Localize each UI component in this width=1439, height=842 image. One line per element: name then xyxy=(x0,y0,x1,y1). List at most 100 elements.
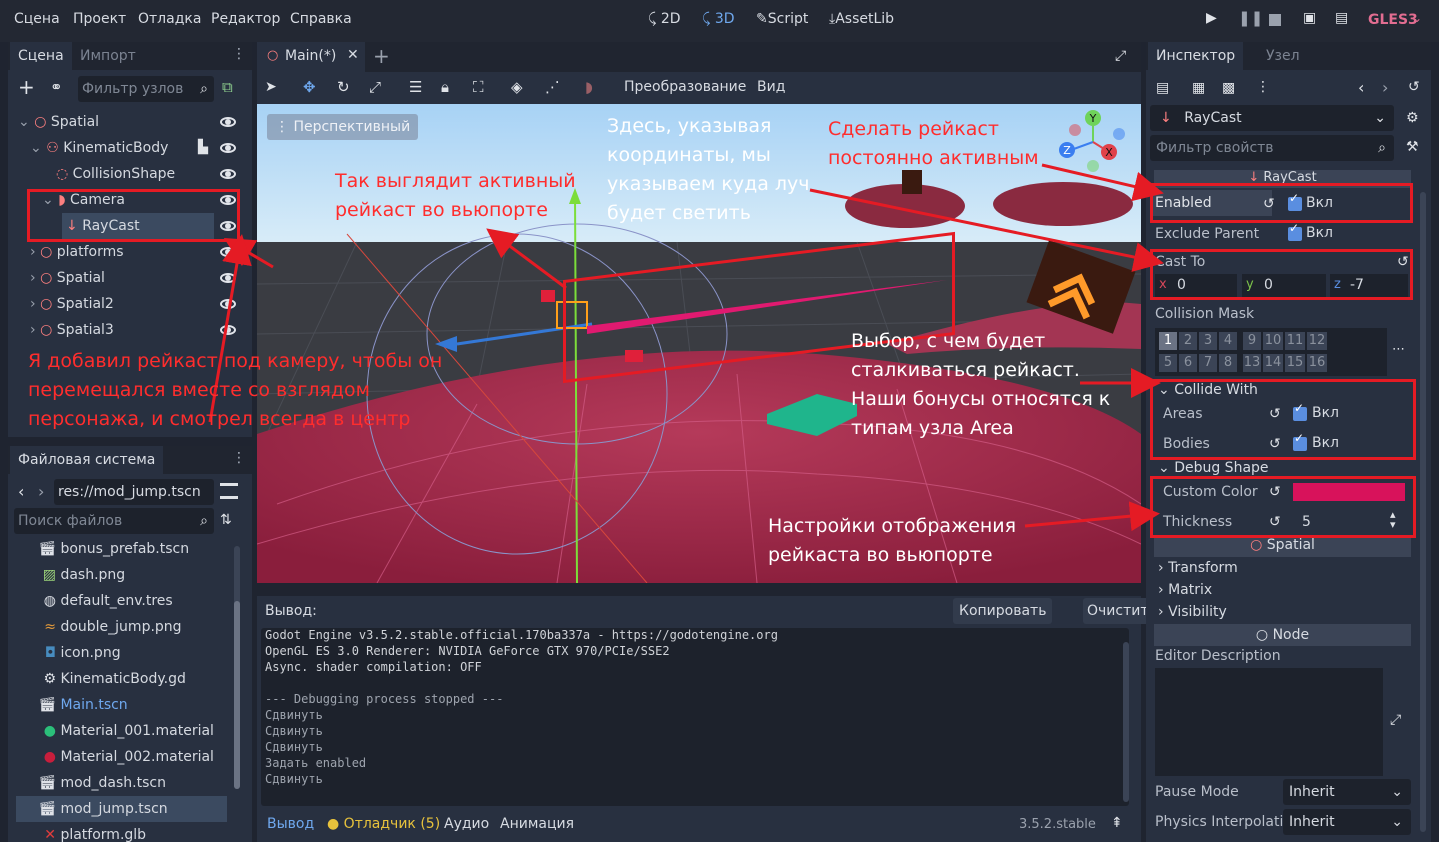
file-item[interactable]: 🎬︎ mod_dash.tscn xyxy=(16,770,166,796)
local-space-icon[interactable]: ◈ xyxy=(511,78,523,96)
tree-node-spatial3[interactable]: › ○ Spatial3 xyxy=(30,317,114,343)
tools-icon[interactable]: ⚒ xyxy=(1406,139,1419,155)
split-mode-icon[interactable] xyxy=(220,483,238,499)
move-tool-icon[interactable]: ✥ xyxy=(303,78,316,96)
workspace-2d-button[interactable]: ⤹ 2D xyxy=(648,11,681,27)
add-tab-icon[interactable]: + xyxy=(373,44,390,68)
mask-bit[interactable]: 8 xyxy=(1219,354,1237,372)
history-icon[interactable]: ↺ xyxy=(1408,79,1420,95)
save-icon[interactable]: ▩ xyxy=(1222,80,1235,96)
output-scrollbar[interactable] xyxy=(1123,642,1129,802)
workspace-3d-button[interactable]: ⤹ 3D xyxy=(702,11,735,27)
back-arrow-icon[interactable]: ‹ xyxy=(18,482,24,501)
select-tool-icon[interactable]: ➤ xyxy=(265,79,277,95)
tab-audio[interactable]: Аудио xyxy=(444,816,489,832)
rotate-tool-icon[interactable]: ↻ xyxy=(337,78,350,96)
tab-animation[interactable]: Анимация xyxy=(500,816,574,832)
instance-scene-icon[interactable]: ⧉ xyxy=(222,78,233,96)
expand-icon[interactable]: ⤢ xyxy=(1390,712,1401,728)
file-item[interactable]: ≈ double_jump.png xyxy=(16,614,181,640)
visibility-eye-icon[interactable] xyxy=(220,247,236,257)
play-icon[interactable]: ▶ xyxy=(1206,10,1217,26)
file-item[interactable]: ◘ icon.png xyxy=(16,640,121,666)
section-spatial[interactable]: ○ Spatial xyxy=(1154,537,1411,557)
menu-editor[interactable]: Редактор xyxy=(211,11,280,27)
editor-description-field[interactable] xyxy=(1155,668,1383,776)
history-forward-icon[interactable]: › xyxy=(1382,78,1388,97)
forward-arrow-icon[interactable]: › xyxy=(38,482,44,501)
path-field[interactable]: res://mod_jump.tscn xyxy=(54,479,214,505)
tab-debugger[interactable]: ● Отладчик (5) xyxy=(327,816,440,832)
play-custom-scene-icon[interactable]: ▤ xyxy=(1335,10,1348,26)
mask-bit[interactable]: 9 xyxy=(1243,332,1261,350)
tree-node-kinematicbody[interactable]: ⌄ ⚇ KinematicBody xyxy=(30,135,168,161)
file-item[interactable]: ◍ default_env.tres xyxy=(16,588,173,614)
file-item[interactable]: 🎬︎ Main.tscn xyxy=(16,692,127,718)
section-node[interactable]: ○ Node xyxy=(1154,624,1411,646)
menu-help[interactable]: Справка xyxy=(290,11,352,27)
node-filter-input[interactable]: Фильтр узлов ⌕ xyxy=(78,76,214,102)
fullscreen-icon[interactable]: ⤢ xyxy=(1115,48,1126,64)
tab-filesystem[interactable]: Файловая система xyxy=(10,446,164,474)
exclude-parent-checkbox[interactable] xyxy=(1288,221,1302,241)
tree-node-platforms[interactable]: › ○ platforms xyxy=(30,239,124,265)
file-item[interactable]: ✕ platform.glb xyxy=(16,822,146,842)
workspace-script-button[interactable]: ✎Script xyxy=(756,11,808,27)
mask-bit[interactable]: 3 xyxy=(1199,332,1217,350)
matrix-group[interactable]: › Matrix xyxy=(1158,582,1212,598)
expand-panel-icon[interactable]: ⇞ xyxy=(1111,815,1123,831)
scale-tool-icon[interactable]: ⤢ xyxy=(369,78,381,96)
file-item[interactable]: ● Material_001.material xyxy=(16,718,214,744)
stop-icon[interactable] xyxy=(1269,14,1281,26)
mask-bit[interactable]: 11 xyxy=(1285,332,1305,350)
sort-icon[interactable]: ⇅ xyxy=(220,512,232,528)
mask-bit[interactable]: 12 xyxy=(1307,332,1327,350)
tree-node-spatial-root[interactable]: ⌄ ○ Spatial xyxy=(18,109,99,135)
lock-icon[interactable]: 🔒︎ xyxy=(441,78,449,96)
visibility-group[interactable]: › Visibility xyxy=(1158,604,1227,620)
file-item[interactable]: ● Material_002.material xyxy=(16,744,214,770)
mask-bit[interactable]: 13 xyxy=(1243,354,1261,372)
mask-bit[interactable]: 15 xyxy=(1285,354,1305,372)
mask-bit[interactable]: 4 xyxy=(1219,332,1237,350)
filesystem-scroll-thumb[interactable] xyxy=(234,601,240,789)
pause-mode-select[interactable]: Inherit ⌄ xyxy=(1283,779,1411,805)
menu-scene[interactable]: Сцена xyxy=(14,11,60,27)
tab-inspector[interactable]: Инспектор xyxy=(1148,42,1244,70)
history-back-icon[interactable]: ‹ xyxy=(1358,78,1364,97)
copy-button[interactable]: Копировать xyxy=(953,598,1053,624)
tree-node-collisionshape[interactable]: ◌ CollisionShape xyxy=(56,161,175,187)
mask-bit[interactable]: 6 xyxy=(1179,354,1197,372)
group-icon[interactable]: ⛶ xyxy=(473,78,484,96)
file-item[interactable]: 🎬︎ bonus_prefab.tscn xyxy=(16,536,189,562)
debug-shape-group[interactable]: ⌄ Debug Shape xyxy=(1158,460,1269,476)
file-item-selected[interactable]: 🎬︎ mod_jump.tscn xyxy=(16,796,227,822)
file-search-input[interactable]: Поиск файлов ⌕ xyxy=(14,508,214,534)
mask-bit[interactable]: 2 xyxy=(1179,332,1197,350)
add-node-icon[interactable]: + xyxy=(18,75,35,99)
mask-bit[interactable]: 16 xyxy=(1307,354,1327,372)
tab-scene[interactable]: Сцена xyxy=(10,42,72,70)
visibility-eye-icon[interactable] xyxy=(220,117,236,127)
physics-interpolation-select[interactable]: Inherit ⌄ xyxy=(1283,809,1411,835)
tab-node[interactable]: Узел xyxy=(1258,42,1308,70)
visibility-eye-icon[interactable] xyxy=(220,169,236,179)
tree-node-spatial2[interactable]: › ○ Spatial2 xyxy=(30,291,114,317)
tree-node-spatial[interactable]: › ○ Spatial xyxy=(30,265,105,291)
transform-group[interactable]: › Transform xyxy=(1158,560,1238,576)
more-icon[interactable]: ⋮ xyxy=(232,450,246,466)
perspective-menu[interactable]: ⋮ Перспективный xyxy=(267,114,419,140)
snap-icon[interactable]: ⋰ xyxy=(545,78,560,96)
more-icon[interactable]: ⋮ xyxy=(1256,79,1270,95)
workspace-assetlib-button[interactable]: ⤓AssetLib xyxy=(829,11,894,27)
mask-bit[interactable]: 1 xyxy=(1159,332,1177,350)
new-resource-icon[interactable]: ▤ xyxy=(1156,80,1169,96)
property-filter-input[interactable]: Фильтр свойств ⌕ xyxy=(1150,135,1394,161)
visibility-eye-icon[interactable] xyxy=(220,273,236,283)
visibility-eye-icon[interactable] xyxy=(220,143,236,153)
visibility-eye-icon[interactable] xyxy=(220,325,236,335)
mask-bit[interactable]: 14 xyxy=(1263,354,1283,372)
pause-icon[interactable]: ❚❚ xyxy=(1238,9,1263,27)
renderer-select[interactable]: GLES3 xyxy=(1368,12,1418,28)
menu-project[interactable]: Проект xyxy=(73,11,126,27)
